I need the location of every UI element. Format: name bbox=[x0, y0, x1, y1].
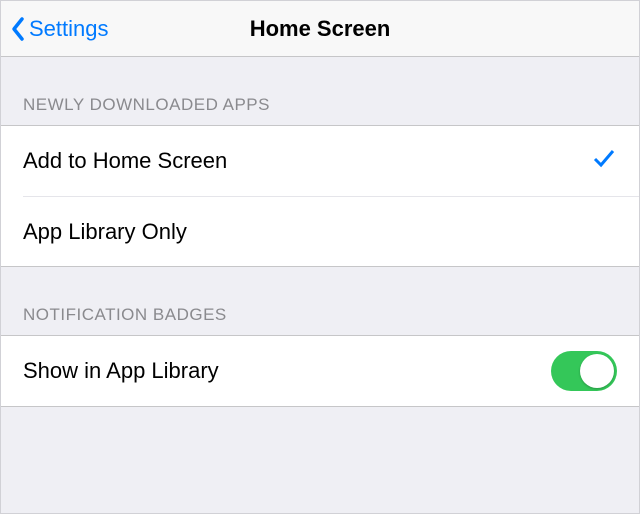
toggle-knob bbox=[580, 354, 614, 388]
section-header-downloads: NEWLY DOWNLOADED APPS bbox=[1, 57, 639, 125]
option-label: Add to Home Screen bbox=[23, 148, 227, 174]
chevron-left-icon bbox=[9, 15, 27, 43]
option-add-to-home-screen[interactable]: Add to Home Screen bbox=[1, 126, 639, 196]
toggle-show-in-app-library[interactable] bbox=[551, 351, 617, 391]
section-header-badges: NOTIFICATION BADGES bbox=[1, 267, 639, 335]
navbar: Settings Home Screen bbox=[1, 1, 639, 57]
option-app-library-only[interactable]: App Library Only bbox=[23, 196, 639, 266]
row-label: Show in App Library bbox=[23, 358, 219, 384]
downloads-group: Add to Home Screen App Library Only bbox=[1, 125, 639, 267]
back-label: Settings bbox=[29, 16, 109, 42]
row-show-in-app-library[interactable]: Show in App Library bbox=[1, 336, 639, 406]
option-label: App Library Only bbox=[23, 219, 187, 245]
badges-group: Show in App Library bbox=[1, 335, 639, 407]
back-button[interactable]: Settings bbox=[1, 15, 109, 43]
checkmark-icon bbox=[591, 145, 617, 177]
